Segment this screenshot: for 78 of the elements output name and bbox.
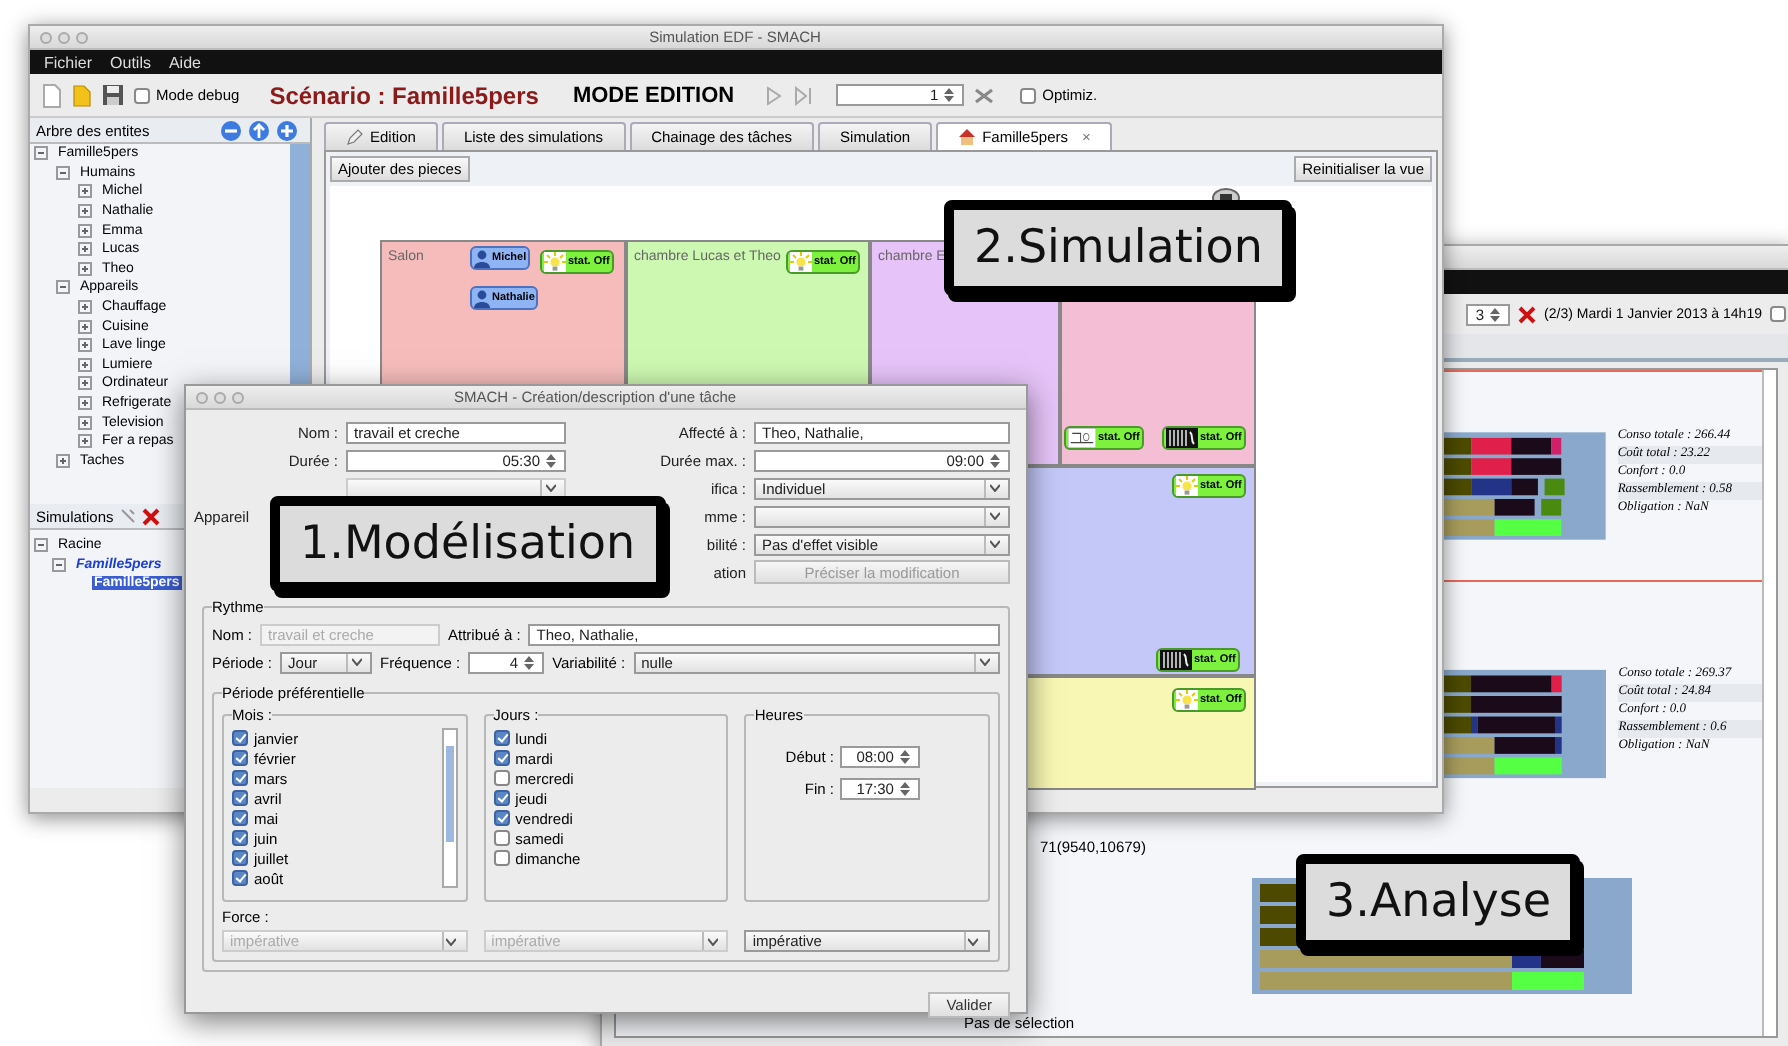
menu-item[interactable]: Aide xyxy=(168,53,201,71)
collapse-icon[interactable] xyxy=(34,146,48,161)
expand-icon[interactable] xyxy=(78,184,92,199)
collapse-icon[interactable] xyxy=(56,165,70,180)
expand-icon[interactable] xyxy=(78,357,92,372)
save-icon[interactable] xyxy=(102,84,124,106)
checkbox[interactable] xyxy=(493,750,510,766)
pencil-icon xyxy=(346,128,364,146)
collapse-icon[interactable] xyxy=(56,280,70,295)
caret-icon[interactable] xyxy=(984,479,1002,497)
radiator-icon xyxy=(1166,428,1198,448)
caret-icon[interactable] xyxy=(963,932,982,950)
caret-icon[interactable] xyxy=(346,653,365,671)
expand-icon[interactable] xyxy=(78,204,92,219)
spinner-arrows-icon[interactable] xyxy=(897,779,912,797)
caret-icon[interactable] xyxy=(984,507,1002,525)
checkbox[interactable] xyxy=(232,810,248,826)
checkbox[interactable] xyxy=(232,730,248,746)
checkbox[interactable] xyxy=(232,870,248,886)
expand-icon[interactable] xyxy=(78,434,92,449)
house-icon xyxy=(958,128,977,146)
scrollbar[interactable] xyxy=(1762,370,1776,1036)
light-bulb-icon xyxy=(790,252,812,272)
delete-icon[interactable] xyxy=(1518,305,1537,323)
checkbox[interactable] xyxy=(232,770,248,786)
menu-item[interactable]: Outils xyxy=(110,53,151,71)
scenario-title: Scénario : Famille5pers xyxy=(269,81,539,109)
light-bulb-icon xyxy=(544,252,566,272)
delete-icon[interactable] xyxy=(141,507,160,525)
caret-icon[interactable] xyxy=(974,653,992,671)
shuffle-icon[interactable] xyxy=(974,85,995,105)
expand-icon[interactable] xyxy=(78,242,92,257)
add-icon[interactable] xyxy=(276,119,298,141)
checkbox[interactable] xyxy=(493,790,510,806)
expand-icon[interactable] xyxy=(78,319,92,334)
step-callout-tooltip: 3.Analyse xyxy=(1296,854,1581,950)
checkbox[interactable] xyxy=(1020,87,1037,103)
menu-item[interactable]: Fichier xyxy=(44,53,93,71)
washing-machine-icon xyxy=(1068,428,1096,448)
checkbox[interactable] xyxy=(232,750,248,766)
checkbox[interactable] xyxy=(493,810,510,826)
collapse-all-icon[interactable] xyxy=(220,119,242,141)
mode-label: MODE EDITION xyxy=(572,83,735,107)
checkbox[interactable] xyxy=(134,87,150,103)
expand-icon[interactable] xyxy=(78,261,92,276)
expand-icon[interactable] xyxy=(56,453,70,468)
spinner-arrows-icon[interactable] xyxy=(1488,305,1503,323)
checkbox[interactable] xyxy=(232,790,248,806)
arrow-up-icon[interactable] xyxy=(248,119,270,141)
step-callout-tooltip: 2.Simulation xyxy=(944,200,1293,296)
checkbox[interactable] xyxy=(493,830,510,846)
spinner-arrows-icon[interactable] xyxy=(897,747,912,765)
expand-icon[interactable] xyxy=(78,415,92,430)
expand-icon[interactable] xyxy=(78,396,92,411)
spinner-arrows-icon[interactable] xyxy=(988,451,1002,469)
checkbox[interactable] xyxy=(493,730,510,746)
expand-icon[interactable] xyxy=(78,338,92,353)
step-callout-tooltip: 1.Modélisation xyxy=(270,496,666,592)
spinner-arrows-icon[interactable] xyxy=(522,653,537,671)
checkbox[interactable] xyxy=(1770,306,1786,322)
collapse-icon[interactable] xyxy=(34,538,48,553)
scrollbar[interactable] xyxy=(441,728,458,888)
spinner-arrows-icon[interactable] xyxy=(942,86,957,104)
person-icon xyxy=(474,249,490,267)
checkbox[interactable] xyxy=(232,830,248,846)
radiator-icon xyxy=(1160,650,1192,670)
caret-icon[interactable] xyxy=(984,535,1002,553)
expand-icon[interactable] xyxy=(78,376,92,391)
person-icon xyxy=(474,289,490,307)
light-bulb-icon xyxy=(1176,690,1198,710)
expand-icon[interactable] xyxy=(78,300,92,315)
spinner-arrows-icon[interactable] xyxy=(544,451,558,469)
checkbox[interactable] xyxy=(493,770,510,786)
checkbox[interactable] xyxy=(232,850,248,866)
light-bulb-icon xyxy=(1176,476,1198,496)
collapse-icon[interactable] xyxy=(52,557,66,572)
expand-icon[interactable] xyxy=(78,223,92,238)
checkbox[interactable] xyxy=(493,850,510,866)
